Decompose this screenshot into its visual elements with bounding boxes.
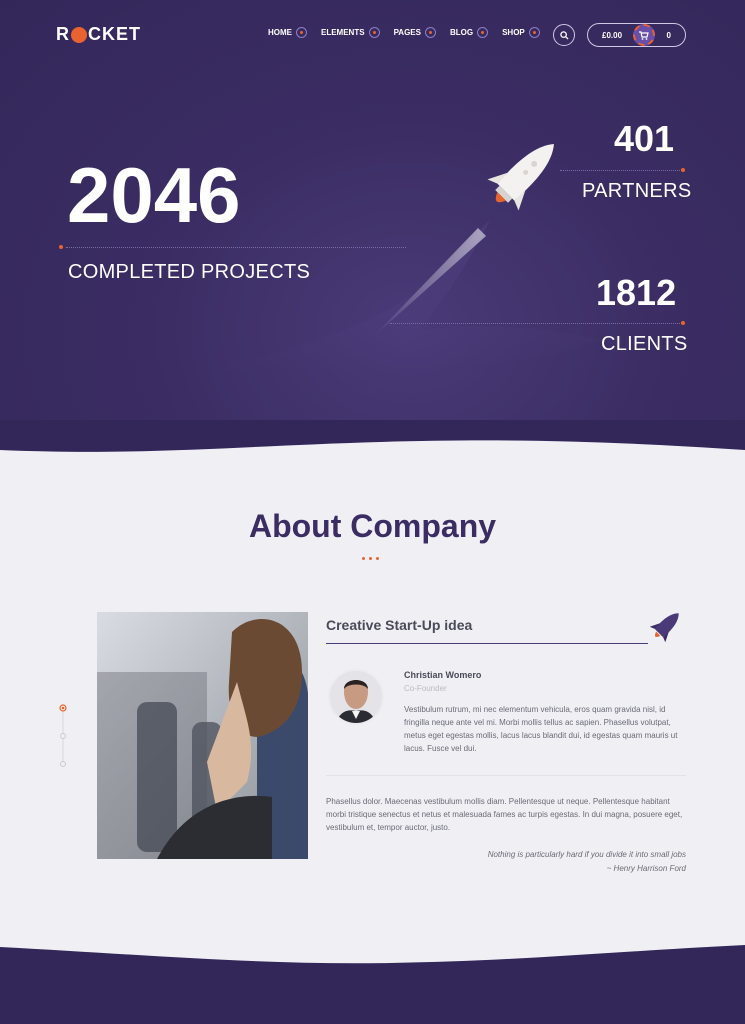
person-name: Christian Womero [404,670,482,680]
subsection-underline [326,643,648,644]
person-role: Co-Founder [404,684,447,693]
divider-line [66,247,406,248]
hero-section: R CKET HOME ELEMENTS PAGES BLOG SHOP £0.… [0,0,745,470]
partners-label: PARTNERS [582,180,692,202]
bio-text: Vestibulum rutrum, mi nec elementum vehi… [404,705,678,753]
divider-line [390,323,680,324]
quote-block: Nothing is particularly hard if you divi… [488,848,686,876]
accent-dot [59,245,63,249]
body-text: Phasellus dolor. Maecenas vestibulum mol… [326,797,683,832]
clients-count: 1812 [596,272,677,313]
title-dots-decoration [362,557,379,560]
partners-count: 401 [614,118,675,159]
quote-author: ~ Henry Harrison Ford [606,864,686,873]
projects-count: 2046 [67,151,241,239]
accent-dot [681,321,685,325]
section-divider [326,775,686,776]
subsection-title: Creative Start-Up idea [326,617,473,633]
slider-pagination[interactable] [59,704,67,768]
accent-dot [681,168,685,172]
about-title: About Company [248,508,497,544]
divider-line [560,170,680,171]
footer-wave [0,945,745,1024]
clients-label: CLIENTS [601,333,688,355]
rocket-small-icon [649,613,679,643]
company-photo [97,612,308,859]
quote-text: Nothing is particularly hard if you divi… [487,850,686,859]
hero-wave-divider [0,420,745,480]
avatar [328,669,384,725]
projects-label: COMPLETED PROJECTS [68,261,311,283]
